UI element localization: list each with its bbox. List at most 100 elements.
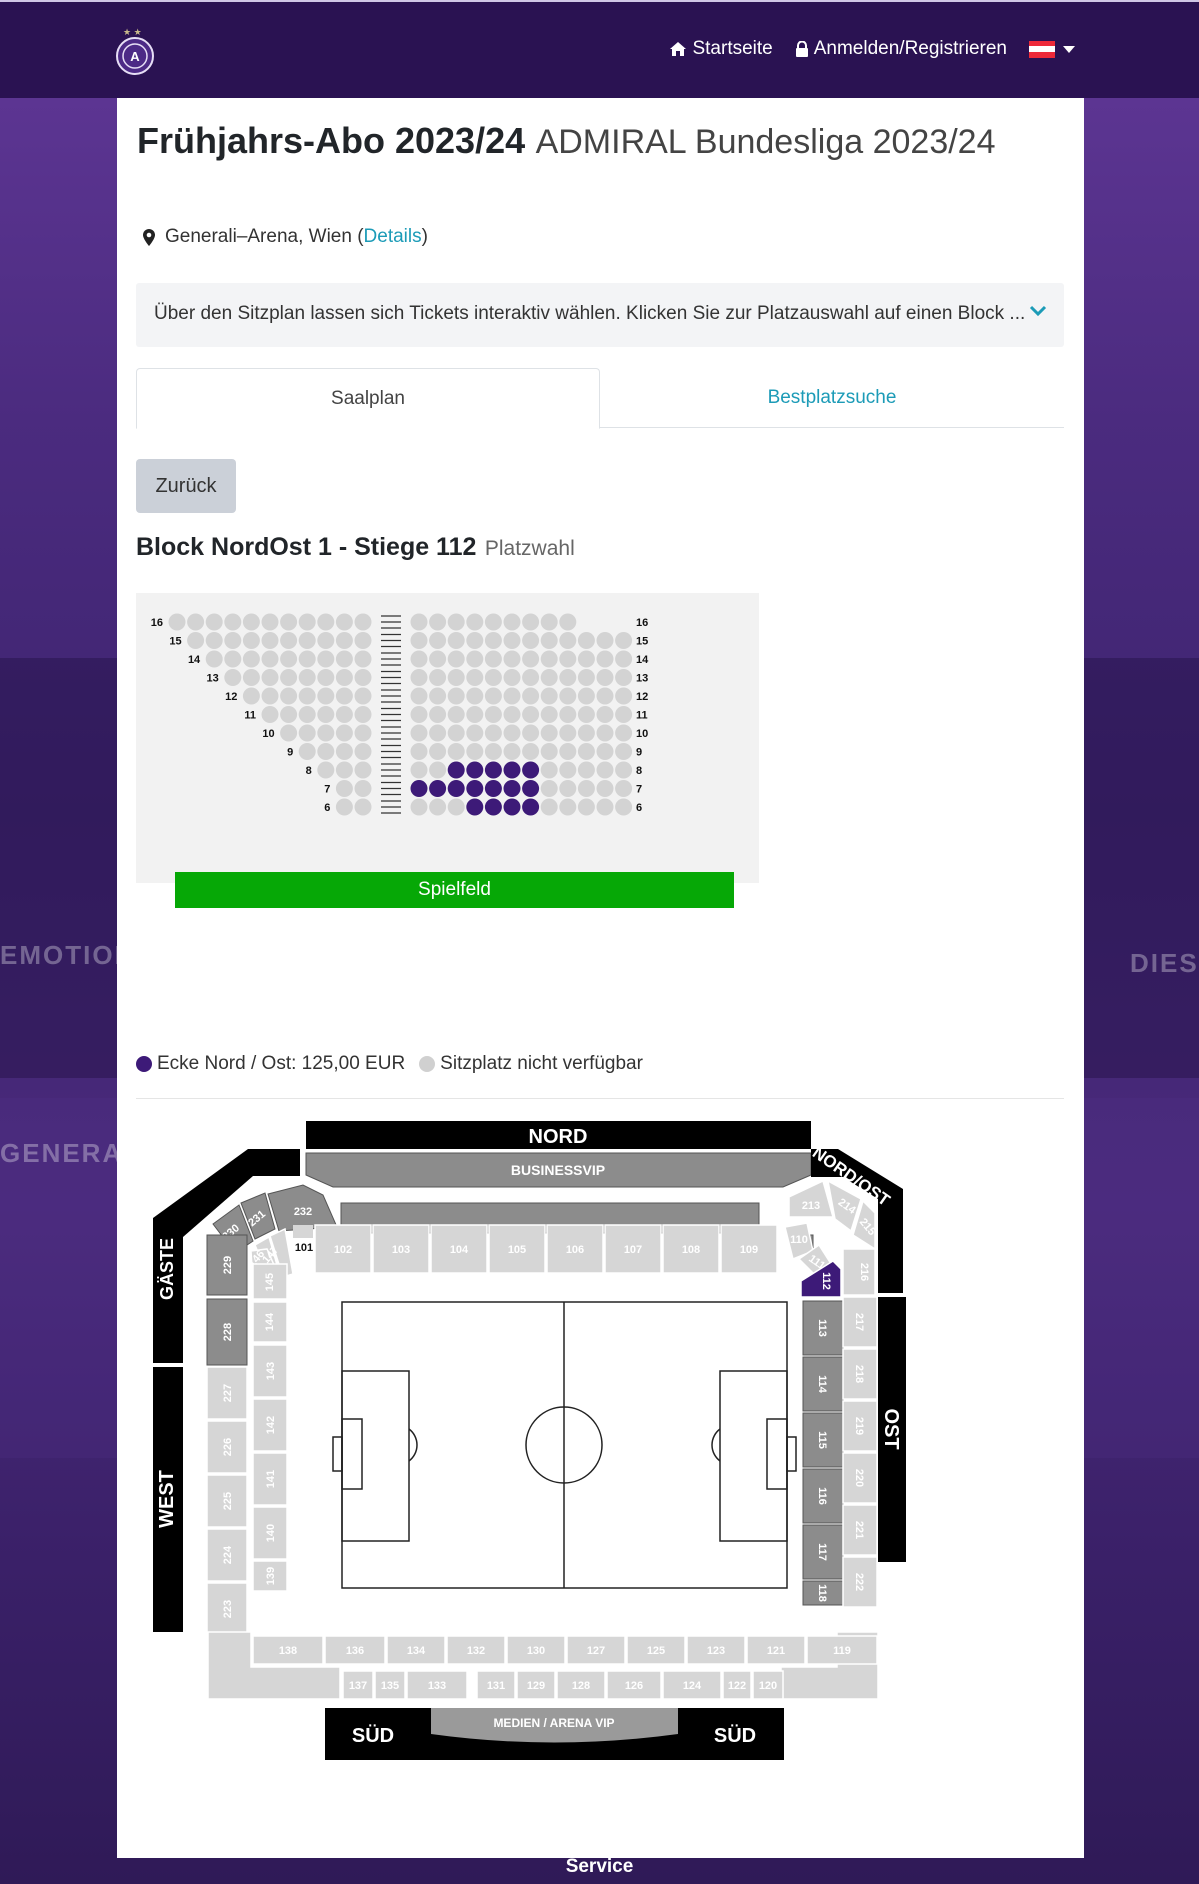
seat (335, 761, 353, 779)
spielfeld-label-box: Spielfeld (175, 872, 734, 908)
row-label-left: 12 (225, 691, 237, 703)
seat (447, 669, 465, 686)
seat (335, 724, 353, 742)
seat (577, 761, 595, 779)
row-label-right: 9 (636, 747, 642, 759)
seat (298, 724, 316, 742)
seat-available[interactable] (522, 798, 540, 816)
stand-ost-label: OST (880, 1408, 902, 1449)
seat (429, 669, 447, 686)
svg-text:229: 229 (222, 1256, 234, 1274)
section-label-106: 106 (566, 1244, 584, 1256)
row-label-right: 8 (636, 765, 642, 777)
nav-home-label: Startseite (692, 38, 773, 59)
chevron-down-icon (1063, 45, 1075, 53)
row-label-left: 9 (287, 747, 293, 759)
section-101-top[interactable] (293, 1225, 313, 1238)
seat (429, 798, 447, 816)
austria-flag-icon (1029, 40, 1055, 58)
seat-available[interactable] (484, 780, 502, 797)
seat-available[interactable] (466, 798, 484, 816)
seat (522, 650, 540, 668)
seat (317, 687, 335, 705)
seat (354, 669, 372, 686)
seat (559, 798, 577, 816)
seat (484, 706, 502, 723)
seat (298, 706, 316, 723)
svg-text:★ ★: ★ ★ (123, 27, 142, 37)
seat (242, 632, 260, 649)
seat (410, 613, 428, 631)
club-logo[interactable]: ★ ★ A (115, 26, 155, 76)
seatplan-info-box[interactable]: Über den Sitzplan lassen sich Tickets in… (136, 283, 1064, 347)
row-label-left: 11 (244, 710, 256, 722)
seat (280, 650, 298, 668)
seat-available[interactable] (503, 761, 521, 779)
seat-available[interactable] (503, 780, 521, 797)
tab-bestplatzsuche[interactable]: Bestplatzsuche (600, 368, 1064, 429)
seat-available[interactable] (484, 761, 502, 779)
section-label-223: 223 (222, 1600, 234, 1618)
stand-nord-label: NORD (529, 1126, 588, 1148)
seat (484, 669, 502, 686)
seat (615, 761, 633, 779)
seat-available[interactable] (466, 761, 484, 779)
seat-available[interactable] (429, 780, 447, 797)
seat (429, 743, 447, 760)
seat (280, 669, 298, 686)
seat-available[interactable] (410, 780, 428, 797)
footer-service-label[interactable]: Service (0, 1856, 1199, 1878)
seat-available[interactable] (484, 798, 502, 816)
section-label-219: 219 (853, 1417, 865, 1435)
section-label-143: 143 (265, 1362, 277, 1380)
seat (317, 613, 335, 631)
seat (298, 743, 316, 760)
seat (615, 687, 633, 705)
seat (447, 706, 465, 723)
seat (559, 632, 577, 649)
stand-sued-east-label: SÜD (714, 1724, 756, 1747)
venue-details-link[interactable]: Details (364, 226, 422, 248)
seat (596, 761, 614, 779)
event-title: Frühjahrs-Abo 2023/24 (137, 120, 526, 161)
row-label-right: 12 (636, 691, 648, 703)
seat-available[interactable] (447, 780, 465, 797)
seat (410, 632, 428, 649)
section-label-119: 119 (833, 1645, 851, 1657)
seat-available[interactable] (466, 780, 484, 797)
seat (205, 613, 223, 631)
section-label-121: 121 (767, 1645, 785, 1657)
nav-login-link[interactable]: Anmelden/Registrieren (795, 38, 1007, 60)
tab-saalplan[interactable]: Saalplan (136, 368, 600, 429)
nav-home-link[interactable]: Startseite (669, 38, 773, 60)
section-label-225: 225 (222, 1492, 234, 1510)
back-button[interactable]: Zurück (136, 459, 236, 513)
seat-available[interactable] (522, 780, 540, 797)
row-label-left: 7 (324, 784, 330, 796)
seat (466, 706, 484, 723)
seat (242, 687, 260, 705)
nav-login-label: Anmelden/Registrieren (813, 38, 1007, 59)
seat-available[interactable] (522, 761, 540, 779)
seat (522, 724, 540, 742)
seat (540, 706, 558, 723)
seat (503, 724, 521, 742)
chevron-down-icon[interactable] (1029, 305, 1047, 317)
seat (410, 706, 428, 723)
seat (466, 724, 484, 742)
language-dropdown[interactable] (1029, 40, 1075, 58)
section-label-226: 226 (222, 1438, 234, 1456)
map-marker-icon (143, 228, 155, 246)
seat (410, 687, 428, 705)
seat (261, 687, 279, 705)
seat (261, 613, 279, 631)
divider (136, 1098, 1064, 1099)
seat (596, 798, 614, 816)
seat (224, 669, 242, 686)
seat (335, 613, 353, 631)
seat (429, 706, 447, 723)
seat (429, 613, 447, 631)
seat (410, 669, 428, 686)
seat-available[interactable] (447, 761, 465, 779)
seat-available[interactable] (503, 798, 521, 816)
